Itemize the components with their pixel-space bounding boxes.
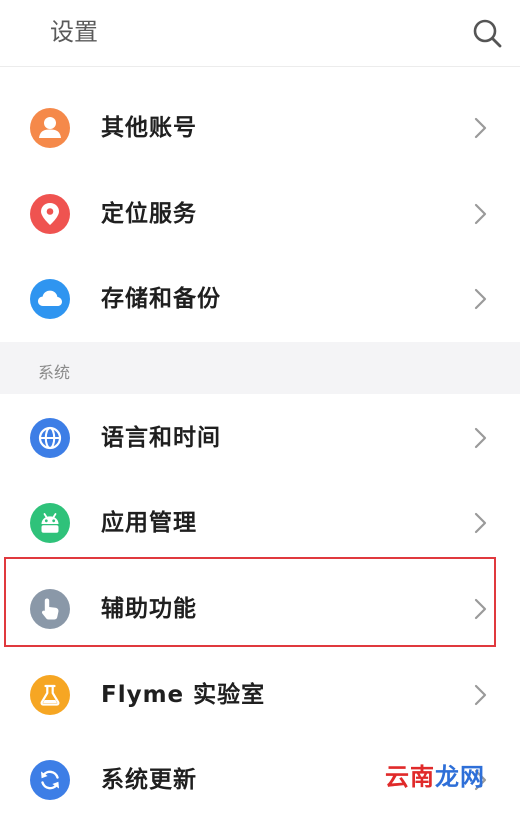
app-header: 设置 [0, 0, 520, 67]
chevron-right-icon [474, 684, 487, 706]
refresh-icon [30, 760, 70, 800]
cloud-icon [30, 279, 70, 319]
settings-item-label: 辅助功能 [101, 596, 197, 622]
watermark: 云南龙网 [385, 760, 485, 794]
chevron-right-icon [474, 427, 487, 449]
watermark-part2: 龙网 [435, 763, 485, 791]
android-icon [30, 503, 70, 543]
watermark-part1: 云南 [385, 763, 435, 791]
settings-item-other-accounts[interactable]: 其他账号 [0, 85, 520, 171]
settings-item-label: 其他账号 [101, 115, 197, 141]
settings-item-location-services[interactable]: 定位服务 [0, 171, 520, 257]
settings-item-language-time[interactable]: 语言和时间 [0, 395, 520, 481]
hand-pointer-icon [30, 589, 70, 629]
chevron-right-icon [474, 598, 487, 620]
settings-item-label: Flyme 实验室 [101, 682, 266, 708]
settings-item-accessibility[interactable]: 辅助功能 [0, 566, 520, 652]
settings-item-label: 存储和备份 [101, 286, 221, 312]
chevron-right-icon [474, 288, 487, 310]
section-title: 系统 [38, 363, 71, 382]
flask-icon [30, 675, 70, 715]
settings-item-label: 定位服务 [101, 201, 197, 227]
search-icon [473, 19, 502, 48]
globe-icon [30, 418, 70, 458]
page-title: 设置 [50, 18, 98, 46]
chevron-right-icon [474, 203, 487, 225]
section-header-system: 系统 [0, 342, 520, 394]
person-icon [30, 108, 70, 148]
chevron-right-icon [474, 512, 487, 534]
settings-item-label: 系统更新 [101, 767, 197, 793]
settings-item-app-management[interactable]: 应用管理 [0, 480, 520, 566]
search-button[interactable] [470, 16, 504, 50]
settings-item-label: 应用管理 [101, 510, 197, 536]
settings-item-flyme-lab[interactable]: Flyme 实验室 [0, 652, 520, 738]
settings-item-label: 语言和时间 [101, 425, 221, 451]
location-pin-icon [30, 194, 70, 234]
settings-item-storage-backup[interactable]: 存储和备份 [0, 256, 520, 342]
chevron-right-icon [474, 117, 487, 139]
